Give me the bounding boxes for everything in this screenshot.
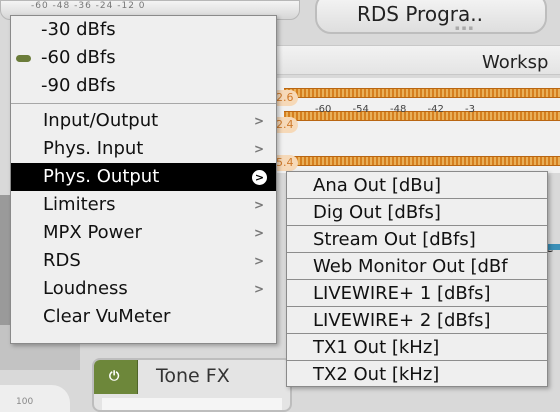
submenu-item-livewire-1[interactable]: LIVEWIRE+ 1 [dBfs] [287,280,547,307]
bottom-left-scale: 100 [16,397,34,407]
vu-scale-labels: -60 -54 -48 -42 -3 [315,104,476,115]
menu-item-label: Input/Output [43,110,159,131]
menu-item-label: MPX Power [43,222,142,243]
menu-item-label: -30 dBfs [41,19,116,40]
program-title: RDS Progra.. [357,2,483,26]
power-icon: ⏻ [109,369,120,384]
menu-item-label: Phys. Input [43,138,144,159]
bottom-left-meter: 100 [0,385,70,412]
phys-output-submenu: Ana Out [dBu] Dig Out [dBfs] Stream Out … [286,171,548,387]
menu-item-level-30[interactable]: -30 dBfs [11,16,276,44]
chevron-right-icon: > [252,163,267,191]
menu-item-label: Phys. Output [43,166,160,187]
menu-item-label: Clear VuMeter [43,306,171,327]
rds-program-panel[interactable]: RDS Progra.. [315,0,547,34]
menu-item-label: Loudness [43,278,128,299]
chevron-right-icon: > [254,198,265,212]
menu-item-limiters[interactable]: Limiters > [11,191,276,219]
menu-item-rds[interactable]: RDS > [11,247,276,275]
vu-meter-bar [284,156,560,166]
workspace-title: Worksp [482,52,549,73]
menu-item-loudness[interactable]: Loudness > [11,275,276,303]
submenu-item-ana-out[interactable]: Ana Out [dBu] [287,172,547,199]
menu-item-input-output[interactable]: Input/Output > [11,107,276,135]
chevron-right-icon: > [254,282,265,296]
menu-item-mpx-power[interactable]: MPX Power > [11,219,276,247]
vu-indicator [548,244,560,250]
tone-fx-power-button[interactable]: ⏻ [94,360,138,394]
submenu-item-tx2-out[interactable]: TX2 Out [kHz] [287,361,547,388]
vu-meter-panel [268,78,560,173]
menu-item-clear-vumeter[interactable]: Clear VuMeter [11,303,276,331]
tone-fx-title: Tone FX [156,365,230,387]
vu-meter-context-menu: -30 dBfs -60 dBfs -90 dBfs Input/Output … [10,15,277,344]
menu-item-label: -60 dBfs [41,47,116,68]
program-drag-handle-icon[interactable]: ▪▪▪ [455,24,475,32]
menu-item-level-90[interactable]: -90 dBfs [11,72,276,100]
menu-item-label: Limiters [43,194,116,215]
submenu-item-web-monitor-out[interactable]: Web Monitor Out [dBf [287,253,547,280]
menu-item-level-60[interactable]: -60 dBfs [11,44,276,72]
submenu-item-tx1-out[interactable]: TX1 Out [kHz] [287,334,547,361]
submenu-item-livewire-2[interactable]: LIVEWIRE+ 2 [dBfs] [287,307,547,334]
menu-separator [11,103,276,104]
top-meter-scale: -60 -48 -36 -24 -12 0 [31,1,146,11]
menu-item-label: -90 dBfs [41,75,116,96]
menu-item-phys-output[interactable]: Phys. Output > [11,163,276,191]
chevron-right-icon: > [254,114,265,128]
submenu-item-stream-out[interactable]: Stream Out [dBfs] [287,226,547,253]
chevron-right-icon: > [254,254,265,268]
tone-fx-panel[interactable]: ⏻ Tone FX [92,358,292,412]
submenu-item-dig-out[interactable]: Dig Out [dBfs] [287,199,547,226]
tone-fx-body [102,398,282,410]
selected-radio-icon [16,55,31,62]
menu-item-label: RDS [43,250,81,271]
chevron-right-icon: > [254,226,265,240]
menu-item-phys-input[interactable]: Phys. Input > [11,135,276,163]
chevron-right-icon: > [254,142,265,156]
vu-meter-bar [284,88,560,98]
submenu-open-icon: > [252,170,267,185]
